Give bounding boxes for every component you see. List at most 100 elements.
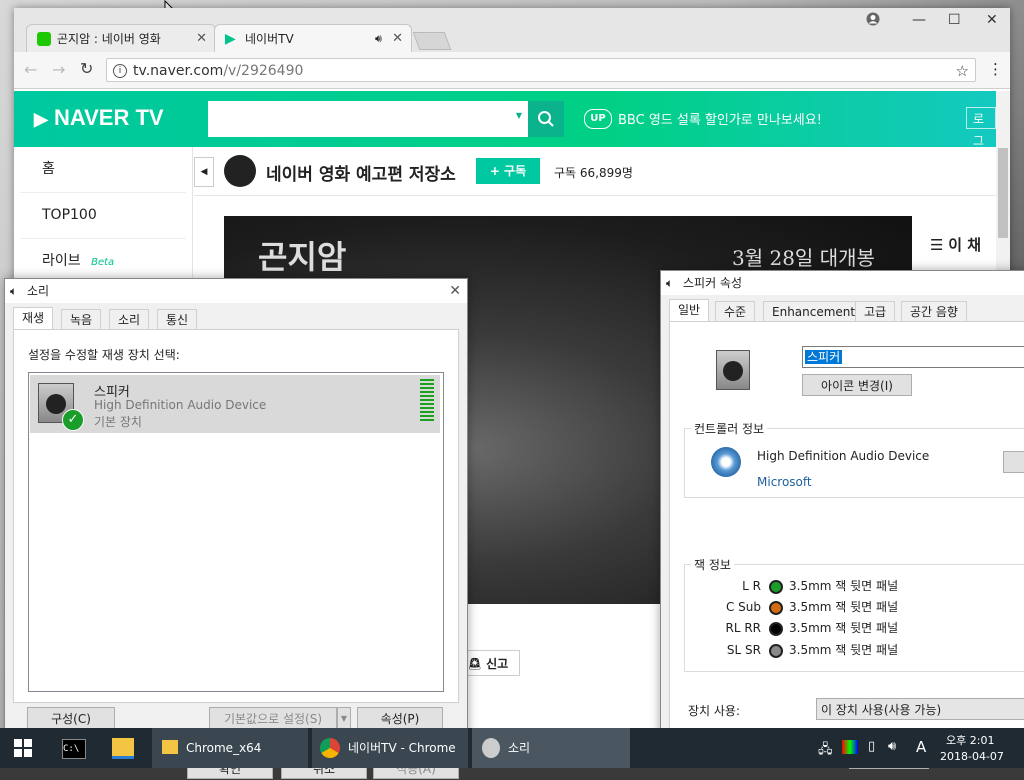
search-input[interactable]: ▼ xyxy=(208,101,528,137)
speaker-props-titlebar[interactable]: 🔈︎ 스피커 속성 xyxy=(661,271,1024,295)
start-windows-icon[interactable] xyxy=(14,739,32,757)
back-arrow-icon[interactable]: ← xyxy=(24,60,37,79)
navertv-favicon: ▶ xyxy=(225,31,236,47)
tab-naver-movie[interactable]: 곤지암 : 네이버 영화 ✕ xyxy=(26,24,216,52)
speaker-title-icon: 🔈︎ xyxy=(10,284,18,298)
tab-sounds[interactable]: 소리 xyxy=(109,309,150,330)
tab-panel: 설정을 수정할 재생 장치 선택: ✓ 스피커 High Definition … xyxy=(13,329,459,703)
tab-spatial-sound[interactable]: 공간 음향 xyxy=(901,301,967,322)
color-tray-icon[interactable] xyxy=(842,740,858,754)
clock-date[interactable]: 2018-04-07 xyxy=(940,750,1004,763)
taskbar-item-chrome[interactable]: 네이버TV - Chrome xyxy=(312,728,468,768)
device-name-input[interactable]: 스피커 xyxy=(802,346,1024,368)
profile-icon[interactable] xyxy=(866,12,880,30)
menu-icon[interactable]: ⋮ xyxy=(988,60,1003,78)
nav-item-top100[interactable]: TOP100 xyxy=(20,193,186,239)
navertv-logo[interactable]: ▶ NAVER TV xyxy=(34,105,164,131)
nav-item-home[interactable]: 홈 xyxy=(20,147,186,193)
device-list[interactable]: ✓ 스피커 High Definition Audio Device 기본 장치 xyxy=(28,372,444,692)
address-bar[interactable]: i tv.naver.com/v/2926490 ☆ xyxy=(106,58,976,82)
siren-icon: 🚨︎ xyxy=(467,657,483,671)
search-button[interactable] xyxy=(528,101,564,137)
tab-communications[interactable]: 통신 xyxy=(157,309,198,330)
subscribe-button[interactable]: + 구독 xyxy=(476,158,540,184)
speaker-icon xyxy=(482,738,500,758)
terminal-icon[interactable]: C:\ xyxy=(62,739,86,759)
jack-row-csub: C Sub 3.5mm 잭 뒷면 패널 xyxy=(725,600,899,615)
login-button[interactable]: 로그 xyxy=(966,107,996,148)
jack-group-label: 잭 정보 xyxy=(691,556,734,573)
reload-icon[interactable]: ↻ xyxy=(80,59,93,78)
video-title-overlay: 곤지암 xyxy=(258,238,347,276)
set-default-button[interactable]: 기본값으로 설정(S) xyxy=(209,707,337,729)
url-host: tv.naver.com xyxy=(133,63,224,79)
tab-levels[interactable]: 수준 xyxy=(715,301,756,322)
playlist-toggle[interactable]: ☰ 이 채 xyxy=(930,234,981,255)
minimize-icon[interactable]: — xyxy=(912,12,926,28)
controller-name: High Definition Audio Device xyxy=(757,449,930,463)
controller-group-label: 컨트롤러 정보 xyxy=(691,420,768,437)
beta-label: Beta xyxy=(91,257,115,268)
subscriber-count: 구독 66,899명 xyxy=(554,166,633,180)
general-panel: 스피커 아이콘 변경(I) 컨트롤러 정보 High Definition Au… xyxy=(669,321,1024,743)
green-jack-icon xyxy=(769,579,783,594)
forward-arrow-icon[interactable]: → xyxy=(52,60,65,79)
controller-info-group: 컨트롤러 정보 High Definition Audio Device Mic… xyxy=(684,420,1024,498)
close-window-icon[interactable]: ✕ xyxy=(986,12,998,28)
new-tab-button[interactable] xyxy=(412,32,452,50)
up-badge: UP xyxy=(584,109,612,129)
close-tab-icon[interactable]: ✕ xyxy=(392,25,403,53)
controller-properties-button[interactable] xyxy=(1003,451,1024,473)
tab-label: 네이버TV xyxy=(245,32,294,46)
tab-advanced[interactable]: 고급 xyxy=(855,301,896,322)
tab-label: 곤지암 : 네이버 영화 xyxy=(57,32,161,46)
jack-row-lr: L R 3.5mm 잭 뒷면 패널 xyxy=(742,579,899,594)
volume-tray-icon[interactable]: 🔊︎ xyxy=(888,739,896,754)
audio-controller-icon xyxy=(711,447,741,477)
maximize-icon[interactable]: ☐ xyxy=(948,12,961,28)
channel-avatar[interactable] xyxy=(224,155,256,187)
device-state: 기본 장치 xyxy=(94,415,142,429)
close-dialog-icon[interactable]: ✕ xyxy=(449,279,461,303)
close-tab-icon[interactable]: ✕ xyxy=(196,25,207,53)
search-dropdown-icon[interactable]: ▼ xyxy=(516,111,522,120)
ime-indicator[interactable]: A xyxy=(916,738,926,756)
device-usage-label: 장치 사용: xyxy=(688,704,741,718)
gray-jack-icon xyxy=(769,643,783,658)
device-usage-select[interactable]: 이 장치 사용(사용 가능) xyxy=(816,698,1024,720)
tab-recording[interactable]: 녹음 xyxy=(61,309,102,330)
channel-name[interactable]: 네이버 영화 예고편 저장소 xyxy=(266,160,456,185)
channel-bar: ◀ 네이버 영화 예고편 저장소 + 구독 구독 66,899명 xyxy=(194,147,996,196)
tab-playback[interactable]: 재생 xyxy=(13,307,54,330)
speaker-title-icon: 🔈︎ xyxy=(666,276,674,290)
taskbar-item-sound[interactable]: 소리 xyxy=(472,728,630,768)
search-icon xyxy=(538,111,554,127)
tab-navertv[interactable]: ▶ 네이버TV 🔊︎ ✕ xyxy=(214,24,412,52)
sound-dialog: 🔈︎ 소리 ✕ 재생 녹음 소리 통신 설정을 수정할 재생 장치 선택: ✓ … xyxy=(4,278,468,779)
jack-row-rlrr: RL RR 3.5mm 잭 뒷면 패널 xyxy=(725,621,899,636)
configure-button[interactable]: 구성(C) xyxy=(27,707,115,729)
device-select-prompt: 설정을 수정할 재생 장치 선택: xyxy=(28,348,180,362)
collapse-nav-button[interactable]: ◀ xyxy=(194,157,214,187)
folder-icon xyxy=(162,740,178,754)
speaker-properties-dialog: 🔈︎ 스피커 속성 일반 수준 Enhancements 고급 공간 음향 스피… xyxy=(660,270,1024,769)
network-tray-icon[interactable]: 🖧︎ xyxy=(818,740,833,762)
tab-general[interactable]: 일반 xyxy=(669,299,710,322)
device-row-speaker[interactable]: ✓ 스피커 High Definition Audio Device 기본 장치 xyxy=(30,375,440,433)
info-icon: i xyxy=(113,64,127,78)
properties-button[interactable]: 속성(P) xyxy=(357,707,443,729)
file-explorer-icon[interactable] xyxy=(112,738,134,759)
audio-playing-icon[interactable]: 🔊︎ xyxy=(375,25,382,53)
change-icon-button[interactable]: 아이콘 변경(I) xyxy=(802,374,912,396)
taskbar: C:\ Chrome_x64 네이버TV - Chrome 소리 🖧︎ ▯ 🔊︎… xyxy=(0,728,1024,768)
taskbar-item-chrome-x64[interactable]: Chrome_x64 xyxy=(152,728,308,768)
set-default-dropdown[interactable]: ▼ xyxy=(337,707,351,729)
sound-dialog-titlebar[interactable]: 🔈︎ 소리 ✕ xyxy=(5,279,467,303)
orange-jack-icon xyxy=(769,600,783,615)
promo-banner[interactable]: BBC 영드 설록 할인가로 만나보세요! xyxy=(618,109,822,128)
clock-time[interactable]: 오후 2:01 xyxy=(946,732,994,748)
scrollbar-thumb[interactable] xyxy=(998,148,1008,238)
device-tray-icon[interactable]: ▯ xyxy=(868,739,875,754)
bookmark-star-icon[interactable]: ☆ xyxy=(956,59,969,83)
url-path: /v/2926490 xyxy=(223,63,304,79)
